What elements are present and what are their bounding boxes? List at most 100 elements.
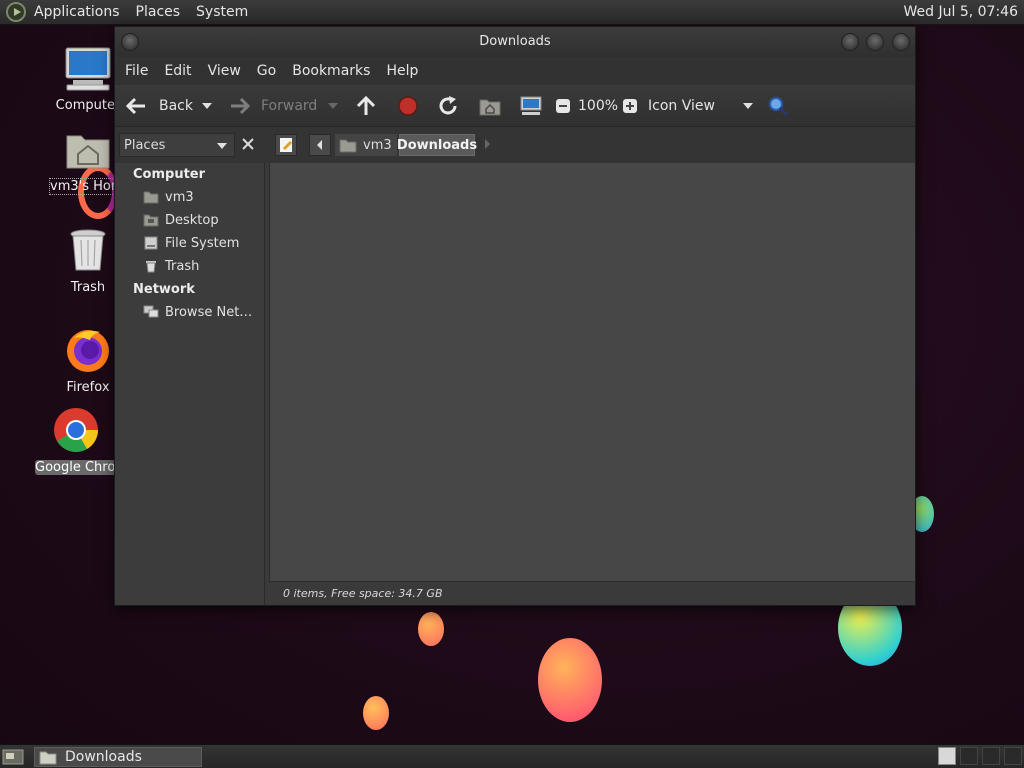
- sidebar-selector[interactable]: Places: [119, 133, 235, 157]
- path-scroll-right-button[interactable]: [481, 134, 497, 156]
- file-view-area[interactable]: [269, 163, 915, 581]
- chevron-down-icon: [217, 143, 227, 149]
- path-label: Downloads: [396, 137, 478, 153]
- sidebar-item-vm3[interactable]: vm3: [143, 187, 194, 207]
- chevron-down-icon: [328, 103, 338, 109]
- computer-icon: [65, 47, 111, 91]
- workspace-switcher-3[interactable]: [982, 747, 1000, 765]
- chevron-left-icon: [317, 140, 322, 150]
- status-text: 0 items, Free space: 34.7 GB: [283, 587, 443, 600]
- close-icon: [242, 138, 254, 150]
- forward-button[interactable]: Forward: [229, 95, 317, 117]
- home-folder-icon: [66, 135, 110, 169]
- sidebar-item-label: Browse Net…: [165, 304, 253, 320]
- window-title: Downloads: [479, 34, 551, 49]
- menu-view[interactable]: View: [202, 63, 247, 79]
- clock[interactable]: Wed Jul 5, 07:46: [904, 4, 1018, 20]
- window-menu-button[interactable]: [121, 33, 139, 51]
- forward-history-dropdown[interactable]: [327, 95, 339, 117]
- taskbar-item-downloads[interactable]: Downloads: [34, 747, 202, 767]
- trash-icon: [70, 229, 106, 271]
- decor-bubble: [363, 696, 389, 730]
- forward-label: Forward: [261, 98, 318, 114]
- desktop-icon-chrome[interactable]: Google Chrome: [35, 406, 117, 475]
- reload-icon: [439, 96, 457, 115]
- sidebar-heading-network: Network: [133, 282, 195, 297]
- home-folder-icon: [143, 191, 159, 204]
- edit-icon: [280, 138, 292, 152]
- path-button-downloads[interactable]: Downloads: [396, 134, 478, 156]
- minimize-button[interactable]: [841, 33, 859, 51]
- zoom-in-icon: [623, 99, 637, 113]
- sidebar-item-desktop[interactable]: Desktop: [143, 210, 219, 230]
- taskbar-item-label: Downloads: [65, 749, 142, 765]
- menu-file[interactable]: File: [119, 63, 154, 79]
- toolbar: Back Forward 100% Icon View: [115, 85, 915, 127]
- desktop-folder-icon: [143, 214, 159, 227]
- desktop-icon-label: Google Chrome: [35, 460, 117, 475]
- search-icon: [769, 97, 789, 117]
- maximize-button[interactable]: [866, 33, 884, 51]
- zoom-level-text: 100%: [578, 98, 619, 114]
- zoom-out-button[interactable]: [555, 95, 571, 117]
- menu-help[interactable]: Help: [380, 63, 424, 79]
- bottom-panel: Downloads: [0, 744, 1024, 768]
- sidebar-item-browse-network[interactable]: Browse Net…: [143, 302, 252, 322]
- file-manager-window: Downloads File Edit View Go Bookmarks He…: [114, 26, 916, 606]
- reload-button[interactable]: [437, 95, 459, 117]
- forward-arrow-icon: [231, 97, 251, 115]
- toggle-location-entry-button[interactable]: [275, 134, 297, 156]
- path-label: vm3: [363, 137, 392, 153]
- trash-icon: [146, 261, 156, 273]
- show-desktop-button[interactable]: [2, 748, 24, 766]
- menu-bookmarks[interactable]: Bookmarks: [286, 63, 376, 79]
- zoom-in-button[interactable]: [622, 95, 638, 117]
- path-scroll-left-button[interactable]: [309, 134, 331, 156]
- places-sidebar: Computer vm3 Desktop File System Trash N…: [115, 163, 265, 605]
- sidebar-item-label: Trash: [165, 258, 200, 274]
- distro-logo-icon[interactable]: [6, 2, 26, 22]
- sidebar-item-label: Desktop: [165, 212, 219, 228]
- home-folder-icon: [479, 99, 501, 116]
- menu-places[interactable]: Places: [128, 4, 189, 20]
- close-button[interactable]: [892, 33, 910, 51]
- home-folder-icon: [339, 139, 357, 153]
- up-arrow-icon: [356, 95, 376, 115]
- back-button[interactable]: Back: [125, 95, 193, 117]
- up-button[interactable]: [355, 95, 377, 117]
- workspace-switcher-2[interactable]: [960, 747, 978, 765]
- back-label: Back: [159, 98, 193, 114]
- sidebar-item-label: File System: [165, 235, 240, 251]
- sidebar-selector-label: Places: [124, 137, 166, 153]
- computer-button[interactable]: [519, 95, 543, 117]
- menu-applications[interactable]: Applications: [26, 4, 128, 20]
- stop-button[interactable]: [397, 95, 419, 117]
- window-titlebar[interactable]: Downloads: [115, 27, 915, 57]
- workspace-switcher-4[interactable]: [1004, 747, 1022, 765]
- back-history-dropdown[interactable]: [201, 95, 213, 117]
- drive-icon: [144, 236, 158, 250]
- menubar: File Edit View Go Bookmarks Help: [115, 57, 915, 85]
- top-panel: Applications Places System Wed Jul 5, 07…: [0, 0, 1024, 25]
- home-button[interactable]: [479, 95, 501, 117]
- menu-edit[interactable]: Edit: [158, 63, 197, 79]
- view-mode-selector[interactable]: Icon View: [648, 95, 754, 117]
- path-button-vm3[interactable]: vm3: [335, 134, 397, 156]
- chevron-down-icon: [202, 103, 212, 109]
- chevron-down-icon: [743, 103, 753, 109]
- status-bar: 0 items, Free space: 34.7 GB: [269, 581, 915, 605]
- search-button[interactable]: [767, 95, 789, 117]
- show-desktop-icon: [2, 749, 24, 765]
- decor-bubble: [418, 612, 444, 646]
- close-sidebar-button[interactable]: [239, 135, 257, 153]
- menu-go[interactable]: Go: [251, 63, 282, 79]
- sidebar-item-file-system[interactable]: File System: [143, 233, 239, 253]
- back-arrow-icon: [125, 97, 145, 115]
- sidebar-item-trash[interactable]: Trash: [143, 256, 199, 276]
- sidebar-item-label: vm3: [165, 189, 194, 205]
- workspace-switcher-1[interactable]: [938, 747, 956, 765]
- chevron-right-icon: [485, 139, 490, 149]
- menu-system[interactable]: System: [188, 4, 256, 20]
- zoom-level[interactable]: 100%: [578, 95, 618, 117]
- view-mode-label: Icon View: [648, 98, 715, 114]
